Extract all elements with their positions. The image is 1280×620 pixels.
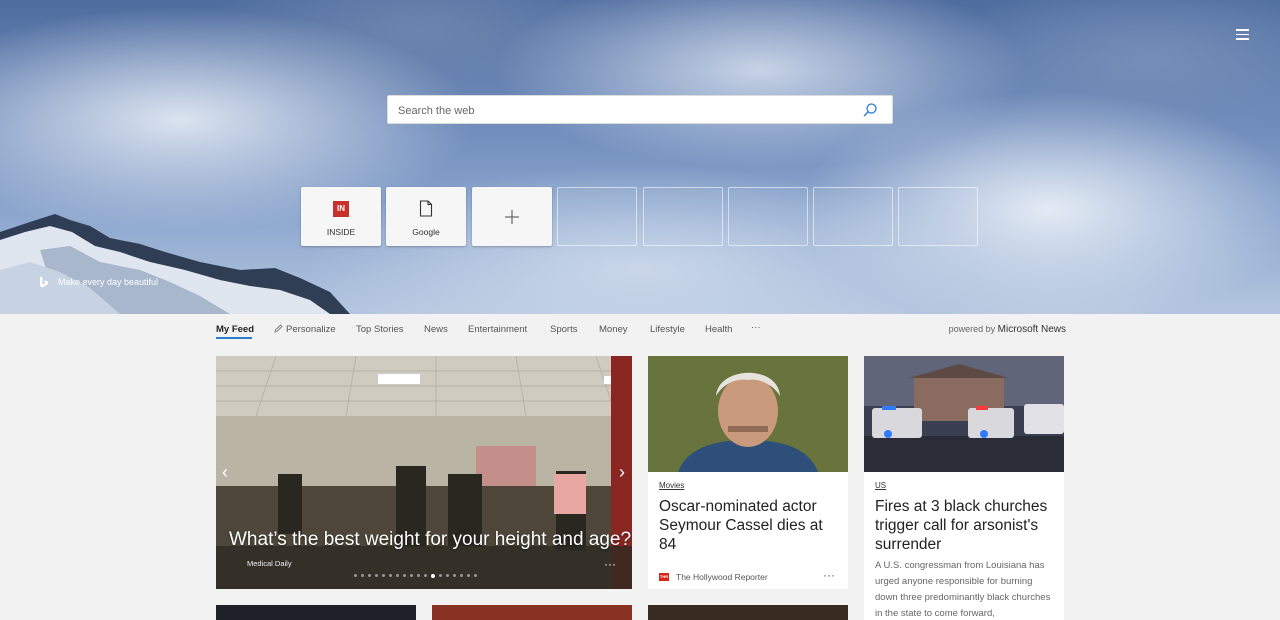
carousel-dot[interactable] [453,574,456,577]
carousel-dot[interactable] [389,574,392,577]
empty-quick-link-slot[interactable] [898,187,978,246]
document-icon [419,200,433,217]
mountain-image [0,214,350,314]
story-source[interactable]: THR The Hollywood Reporter [659,572,768,582]
gym-photo [216,356,632,589]
search-box [387,95,893,124]
more-options-button[interactable]: ··· [823,568,835,582]
hero-story-title[interactable]: What’s the best weight for your height a… [229,529,631,551]
carousel-dot[interactable] [403,574,406,577]
powered-by: powered by Microsoft News [949,324,1066,335]
search-icon[interactable] [862,102,878,118]
carousel-next-button[interactable]: › [615,462,629,482]
story-category[interactable]: US [875,481,886,490]
empty-quick-link-slot[interactable] [557,187,637,246]
hero-background: IN INSIDE Google Make every day beautifu… [0,0,1280,314]
story-category[interactable]: Movies [659,481,684,490]
carousel-dots [354,573,477,578]
story-thumbnail [648,356,848,472]
bing-logo-icon [40,276,48,288]
story-card[interactable] [432,605,632,620]
tab-personalize-label: Personalize [286,324,336,335]
microsoft-news-link[interactable]: Microsoft News [998,324,1066,335]
tab-news[interactable]: News [424,324,448,335]
carousel-prev-button[interactable]: ‹ [218,462,232,482]
quick-link-label: Google [412,227,440,237]
carousel-dot[interactable] [439,574,442,577]
publisher-logo-icon: THR [659,573,669,581]
image-credit-text: Make every day beautiful [58,277,159,287]
hero-story-source: Medical Daily [247,559,292,568]
carousel-dot[interactable] [460,574,463,577]
feed-nav: My Feed Personalize Top Stories News Ent… [216,322,1066,342]
story-title[interactable]: Fires at 3 black churches trigger call f… [875,497,1057,554]
story-thumbnail [864,356,1064,472]
publisher-name: The Hollywood Reporter [676,572,768,582]
quick-link-label: INSIDE [326,227,356,237]
carousel-dot[interactable] [375,574,378,577]
add-quick-link-button[interactable] [472,187,552,246]
carousel-dot[interactable] [431,573,435,578]
empty-quick-link-slot[interactable] [813,187,893,246]
tab-health[interactable]: Health [705,324,732,335]
carousel-dot[interactable] [446,574,449,577]
story-snippet: A U.S. congressman from Louisiana has ur… [875,560,1051,619]
tab-sports[interactable]: Sports [550,324,577,335]
inside-logo-icon: IN [333,201,349,217]
search-input[interactable] [398,102,848,119]
more-options-button[interactable]: ··· [604,557,616,571]
tab-entertainment[interactable]: Entertainment [468,324,527,335]
carousel-dot[interactable] [368,574,371,577]
hero-story-card[interactable]: ‹ › What’s the best weight for your heig… [216,356,632,589]
carousel-dot[interactable] [424,574,427,577]
empty-quick-link-slot[interactable] [643,187,723,246]
tab-money[interactable]: Money [599,324,628,335]
carousel-dot[interactable] [474,574,477,577]
story-card[interactable]: Movies Oscar-nominated actor Seymour Cas… [648,356,848,589]
tab-lifestyle[interactable]: Lifestyle [650,324,685,335]
quick-link-inside[interactable]: IN INSIDE [301,187,381,246]
carousel-dot[interactable] [410,574,413,577]
tab-my-feed[interactable]: My Feed [216,324,254,335]
story-card[interactable] [216,605,416,620]
quick-link-google[interactable]: Google [386,187,466,246]
more-tabs-button[interactable]: ··· [751,322,761,333]
carousel-dot[interactable] [417,574,420,577]
story-card[interactable] [648,605,848,620]
carousel-dot[interactable] [361,574,364,577]
story-title[interactable]: Oscar-nominated actor Seymour Cassel die… [659,497,841,554]
image-credit-link[interactable]: Make every day beautiful [39,276,158,288]
hamburger-menu-icon[interactable] [1230,26,1254,46]
carousel-dot[interactable] [396,574,399,577]
powered-by-prefix: powered by [948,324,996,334]
empty-quick-link-slot[interactable] [728,187,808,246]
story-card[interactable]: US Fires at 3 black churches trigger cal… [864,356,1064,620]
plus-icon [505,210,519,224]
carousel-dot[interactable] [467,574,470,577]
active-tab-indicator [216,337,252,339]
tab-personalize[interactable]: Personalize [274,324,336,335]
carousel-dot[interactable] [354,574,357,577]
carousel-dot[interactable] [382,574,385,577]
tab-top-stories[interactable]: Top Stories [356,324,404,335]
pencil-icon [274,324,283,333]
